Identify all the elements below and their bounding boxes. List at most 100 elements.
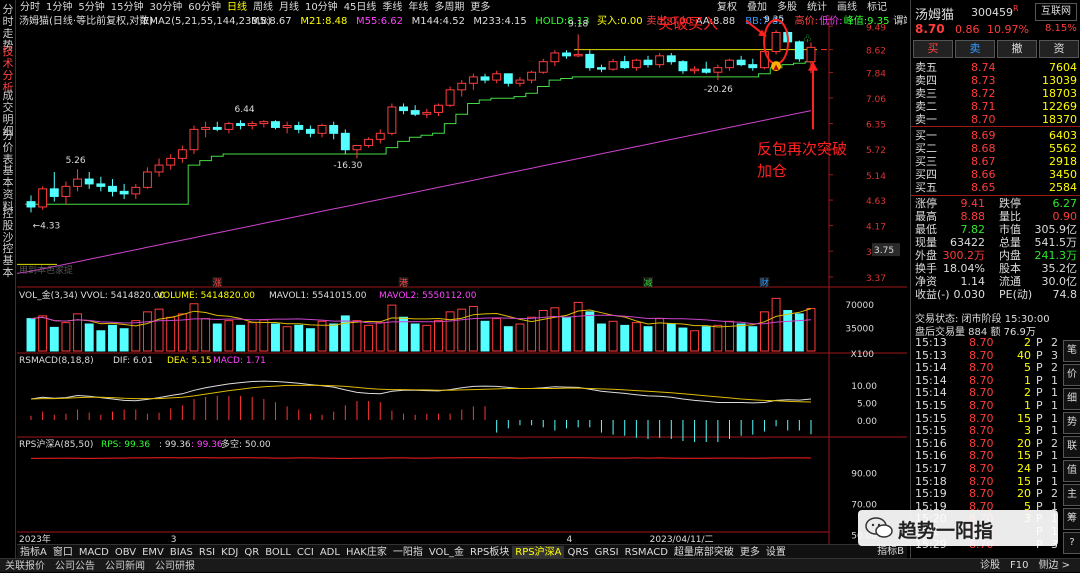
tick-volume: 1 xyxy=(1024,373,1031,387)
indicator-tab-b[interactable]: 指标B xyxy=(874,545,907,558)
side-tab[interactable]: 价 xyxy=(1063,364,1080,386)
tick-row: 15:16 8.70 20 P 2 xyxy=(911,437,1061,450)
side-tab[interactable]: 筹 xyxy=(1063,508,1080,530)
period-tab[interactable]: 45日线 xyxy=(341,0,380,15)
side-tab[interactable]: 势 xyxy=(1063,412,1080,434)
trade-button[interactable]: 买 xyxy=(913,40,953,58)
side-tab[interactable]: 主 xyxy=(1063,484,1080,506)
trade-button[interactable]: 卖 xyxy=(955,40,995,58)
candle-body xyxy=(177,149,187,159)
period-tab[interactable]: 60分钟 xyxy=(185,0,224,15)
event-mark[interactable]: 港 xyxy=(399,277,408,289)
period-tab[interactable]: 15分钟 xyxy=(108,0,147,15)
side-tab[interactable]: 值 xyxy=(1063,460,1080,482)
period-tab[interactable]: 更多 xyxy=(467,0,493,15)
candle-body xyxy=(282,125,292,128)
toolbar-button[interactable]: 统计 xyxy=(802,0,832,15)
period-tab[interactable]: 多周期 xyxy=(431,0,467,15)
stock-code: 300459 xyxy=(971,6,1013,19)
toolbar-button[interactable]: 标记 xyxy=(862,0,892,15)
tick-count: 1 xyxy=(1051,424,1058,438)
event-mark[interactable]: 财 xyxy=(760,277,769,289)
period-tab[interactable]: 月线 xyxy=(276,0,302,15)
footer-link[interactable]: 公司新闻 xyxy=(100,560,150,573)
tick-row: 15:18 8.70 15 P 1 xyxy=(911,475,1061,488)
period-tab[interactable]: 10分钟 xyxy=(302,0,341,15)
tick-volume: 1 xyxy=(1024,399,1031,412)
period-tab[interactable]: 分时 xyxy=(17,0,43,15)
rps-line xyxy=(30,457,812,459)
tick-time: 15:14 xyxy=(915,361,947,375)
tick-volume: 15 xyxy=(1017,411,1031,425)
footer-right-link[interactable]: 诊股 xyxy=(975,559,1005,572)
price-annotation: -16.30 xyxy=(333,161,362,171)
candle-body xyxy=(550,52,560,63)
candle-body xyxy=(620,61,630,69)
left-tab[interactable]: 控基本 xyxy=(1,243,15,279)
side-tab[interactable]: 细 xyxy=(1063,388,1080,410)
period-tab[interactable]: 30分钟 xyxy=(146,0,185,15)
tick-flag: P xyxy=(1036,411,1043,425)
volume-bar xyxy=(620,324,630,352)
tick-price: 8.70 xyxy=(969,361,994,375)
footer-bar: 诊股 F10 侧边 > 关联报价 公司公告 公司新闻 公司研报 xyxy=(0,558,1080,572)
event-mark[interactable]: 涨 xyxy=(213,278,222,289)
tick-time: 15:14 xyxy=(915,386,947,400)
tick-price: 8.70 xyxy=(969,399,994,412)
left-tab[interactable]: 基本资料 xyxy=(1,165,15,213)
sector-button[interactable]: 互联网 xyxy=(1035,3,1077,21)
price-annotation: 9.18 xyxy=(568,19,588,29)
volume-bar xyxy=(201,318,211,352)
period-tab[interactable]: 日线 xyxy=(224,0,250,15)
current-price-tag-label: 3.75 xyxy=(874,246,894,256)
toolbar-button[interactable]: 叠加 xyxy=(742,0,772,15)
candle-body xyxy=(736,59,746,66)
footer-link[interactable]: 关联报价 xyxy=(0,560,50,573)
event-mark[interactable]: 减 xyxy=(644,277,653,289)
side-tab[interactable]: ? xyxy=(1063,532,1080,554)
price-tick-label: 7.84 xyxy=(866,70,886,80)
left-tabs: 分时走势 技术分析 成交明细 分价表 基本资料 控股沙 控基本 xyxy=(0,0,16,560)
volume-bar xyxy=(434,320,443,352)
tick-time: 15:16 xyxy=(915,449,947,463)
volume-bar xyxy=(690,330,700,352)
volume-bar xyxy=(550,307,560,352)
toolbar-button[interactable]: 画线 xyxy=(832,0,862,15)
volume-bar xyxy=(154,308,164,352)
chart-title: 汤姆猫(日线·等比前复权,对数) xyxy=(19,15,153,27)
tick-count: 2 xyxy=(1051,487,1058,501)
footer-right-link[interactable]: F10 xyxy=(1005,559,1033,572)
bid-row[interactable]: 买五 8.65 2584 xyxy=(911,180,1080,196)
volume-bar xyxy=(364,324,374,352)
toolbar-button[interactable]: 复权 xyxy=(712,0,742,15)
footer-right-link[interactable]: 侧边 > xyxy=(1033,559,1075,572)
candle-body xyxy=(503,73,513,84)
footer-link[interactable]: 公司公告 xyxy=(50,560,100,573)
chart-area[interactable]: 9.498.627.847.066.355.725.144.634.173.75… xyxy=(17,15,907,545)
left-tab[interactable]: 控股沙 xyxy=(1,208,15,244)
volume-bar xyxy=(713,324,723,352)
period-tab[interactable]: 年线 xyxy=(405,0,431,15)
toolbar-button[interactable]: 多股 xyxy=(772,0,802,15)
left-tab[interactable]: 技术分析 xyxy=(1,46,15,94)
period-tab[interactable]: 周线 xyxy=(250,0,276,15)
candle-body xyxy=(806,46,816,63)
left-tab[interactable]: 分价表 xyxy=(1,130,15,166)
period-tab[interactable]: 1分钟 xyxy=(43,0,75,15)
tick-row: 15:15 8.70 15 P 1 xyxy=(911,412,1061,425)
footer-link[interactable]: 公司研报 xyxy=(150,560,200,573)
period-tab[interactable]: 5分钟 xyxy=(75,0,107,15)
tick-count: 1 xyxy=(1051,386,1058,400)
period-tab[interactable]: 季线 xyxy=(379,0,405,15)
trade-button[interactable]: 资 xyxy=(1039,40,1079,58)
price-tick-label: 7.06 xyxy=(866,95,886,105)
tick-price: 8.70 xyxy=(969,348,994,362)
side-tab[interactable]: 联 xyxy=(1063,436,1080,458)
indicator-value: M144:4.52 xyxy=(412,16,465,27)
volume-bar xyxy=(503,326,513,352)
volume-bar xyxy=(748,326,758,352)
candle-body xyxy=(666,55,676,63)
candle-body xyxy=(515,79,525,84)
side-tab[interactable]: 笔 xyxy=(1063,340,1080,362)
trade-button[interactable]: 撤 xyxy=(997,40,1037,58)
